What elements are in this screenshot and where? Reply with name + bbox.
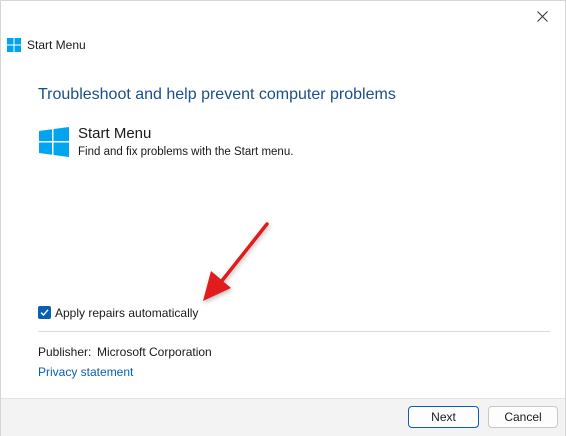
windows-logo-icon [39, 127, 69, 157]
windows-logo-icon [7, 38, 21, 52]
close-icon [536, 10, 548, 22]
publisher-value: Microsoft Corporation [97, 345, 212, 359]
footer-bar: Next Cancel [1, 398, 565, 436]
window-title: Start Menu [27, 38, 86, 52]
next-button[interactable]: Next [408, 406, 479, 428]
checkmark-icon [40, 309, 49, 317]
troubleshooter-window: Start Menu Troubleshoot and help prevent… [0, 0, 566, 436]
troubleshooter-title: Start Menu [78, 125, 152, 142]
apply-repairs-label[interactable]: Apply repairs automatically [55, 306, 198, 320]
red-arrow-icon [203, 222, 269, 301]
troubleshooter-description: Find and fix problems with the Start men… [78, 146, 294, 158]
privacy-statement-link[interactable]: Privacy statement [38, 365, 133, 379]
page-heading: Troubleshoot and help prevent computer p… [38, 86, 396, 103]
title-bar [1, 1, 565, 31]
publisher-label: Publisher: [38, 345, 92, 359]
apply-repairs-checkbox[interactable] [38, 306, 51, 319]
cancel-button[interactable]: Cancel [488, 406, 558, 428]
divider [38, 331, 550, 332]
close-button[interactable] [519, 1, 565, 31]
